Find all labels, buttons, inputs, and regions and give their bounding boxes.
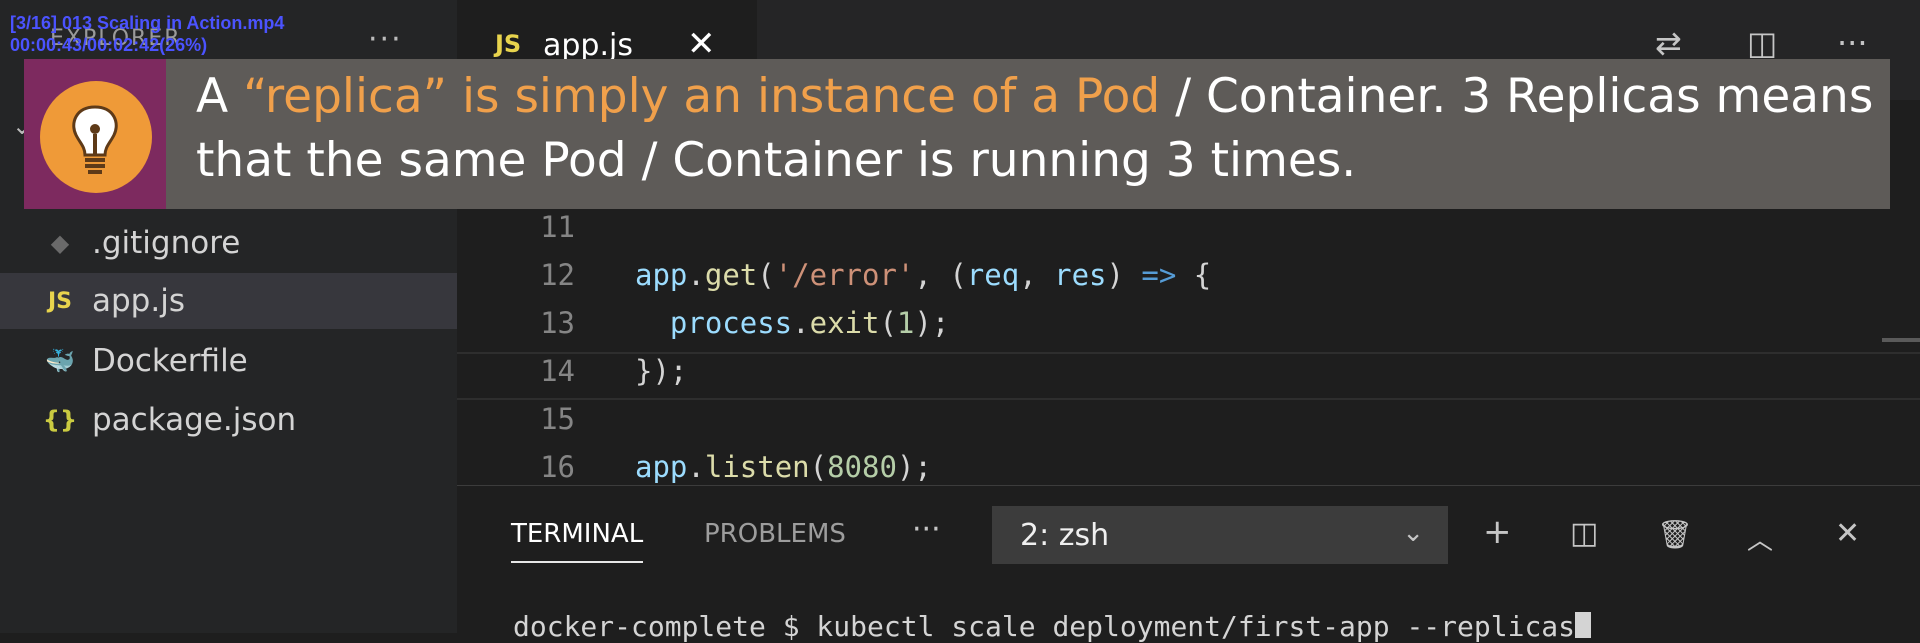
callout-text: A “replica” is simply an instance of a P…	[196, 69, 1874, 188]
line-number: 15	[540, 402, 575, 436]
maximize-panel-icon[interactable]: ︿	[1747, 520, 1773, 557]
tab-terminal[interactable]: TERMINAL	[511, 519, 644, 563]
file-label: app.js	[92, 283, 185, 319]
git-icon: ◆	[50, 229, 70, 257]
code-text: });	[635, 354, 688, 388]
terminal-shell-select[interactable]: 2: zsh ⌄	[992, 506, 1448, 564]
json-file-icon: {}	[42, 406, 78, 434]
terminal-panel: TERMINAL PROBLEMS ··· 2: zsh ⌄ + ◫ 🗑 ︿ ✕…	[457, 485, 1920, 643]
explorer-more-button[interactable]: ···	[368, 22, 403, 57]
split-terminal-icon[interactable]: ◫	[1570, 516, 1598, 551]
close-panel-icon[interactable]: ✕	[1835, 516, 1860, 551]
code-text: app.listen(8080);	[635, 450, 932, 484]
lightbulb-icon	[24, 59, 166, 209]
file-label: package.json	[92, 402, 297, 438]
code-editor[interactable]: 11 12 app.get('/error', (req, res) => { …	[457, 200, 1920, 485]
add-terminal-icon[interactable]: +	[1483, 512, 1512, 552]
file-item-gitignore[interactable]: ◆ .gitignore	[0, 215, 457, 271]
code-text: app.get('/error', (req, res) => {	[635, 258, 1212, 292]
more-actions-icon[interactable]: ···	[1837, 24, 1868, 62]
close-icon[interactable]: ✕	[687, 24, 716, 64]
code-line-current: 14 });	[457, 352, 1920, 400]
line-number: 14	[540, 354, 575, 388]
info-callout: A “replica” is simply an instance of a P…	[24, 59, 1890, 209]
terminal-cursor	[1575, 612, 1592, 638]
trash-icon[interactable]: 🗑	[1657, 518, 1693, 551]
code-text: process.exit(1);	[669, 306, 950, 340]
terminal-command: docker-complete $ kubectl scale deployme…	[513, 610, 1576, 643]
file-label: Dockerfile	[92, 343, 248, 379]
line-number: 16	[540, 450, 575, 484]
js-file-icon: JS	[495, 30, 522, 58]
chevron-down-icon: ⌄	[1402, 518, 1424, 548]
minimap-marker	[1882, 338, 1920, 342]
panel-more-icon[interactable]: ···	[912, 512, 941, 547]
line-number: 12	[540, 258, 575, 292]
code-line: 11	[457, 210, 1920, 258]
file-item-dockerfile[interactable]: 🐳 Dockerfile	[0, 333, 457, 389]
terminal-output[interactable]: docker-complete $ kubectl scale deployme…	[513, 610, 1592, 643]
line-number: 13	[540, 306, 575, 340]
file-item-app-js[interactable]: JS app.js	[0, 273, 457, 329]
line-number: 11	[540, 210, 575, 244]
tab-label: app.js	[543, 28, 633, 63]
video-info-overlay: [3/16] 013 Scaling in Action.mp4 00:00:4…	[10, 12, 284, 56]
shell-select-value: 2: zsh	[1020, 518, 1110, 553]
split-editor-icon[interactable]: ◫	[1747, 24, 1777, 62]
code-line: 15	[457, 402, 1920, 450]
file-label: .gitignore	[92, 225, 241, 261]
tab-problems[interactable]: PROBLEMS	[704, 519, 846, 549]
file-item-package-json[interactable]: {} package.json	[0, 392, 457, 448]
js-file-icon: JS	[47, 288, 73, 314]
compare-changes-icon[interactable]: ⇄	[1655, 24, 1682, 62]
video-time: 00:00:43/00:02:42(26%)	[10, 35, 208, 55]
docker-icon: 🐳	[45, 347, 75, 375]
callout-highlight: “replica” is simply an instance of a Pod	[243, 69, 1161, 124]
code-line: 13 process.exit(1);	[457, 306, 1920, 354]
video-title: [3/16] 013 Scaling in Action.mp4	[10, 13, 285, 33]
code-line: 12 app.get('/error', (req, res) => {	[457, 258, 1920, 306]
